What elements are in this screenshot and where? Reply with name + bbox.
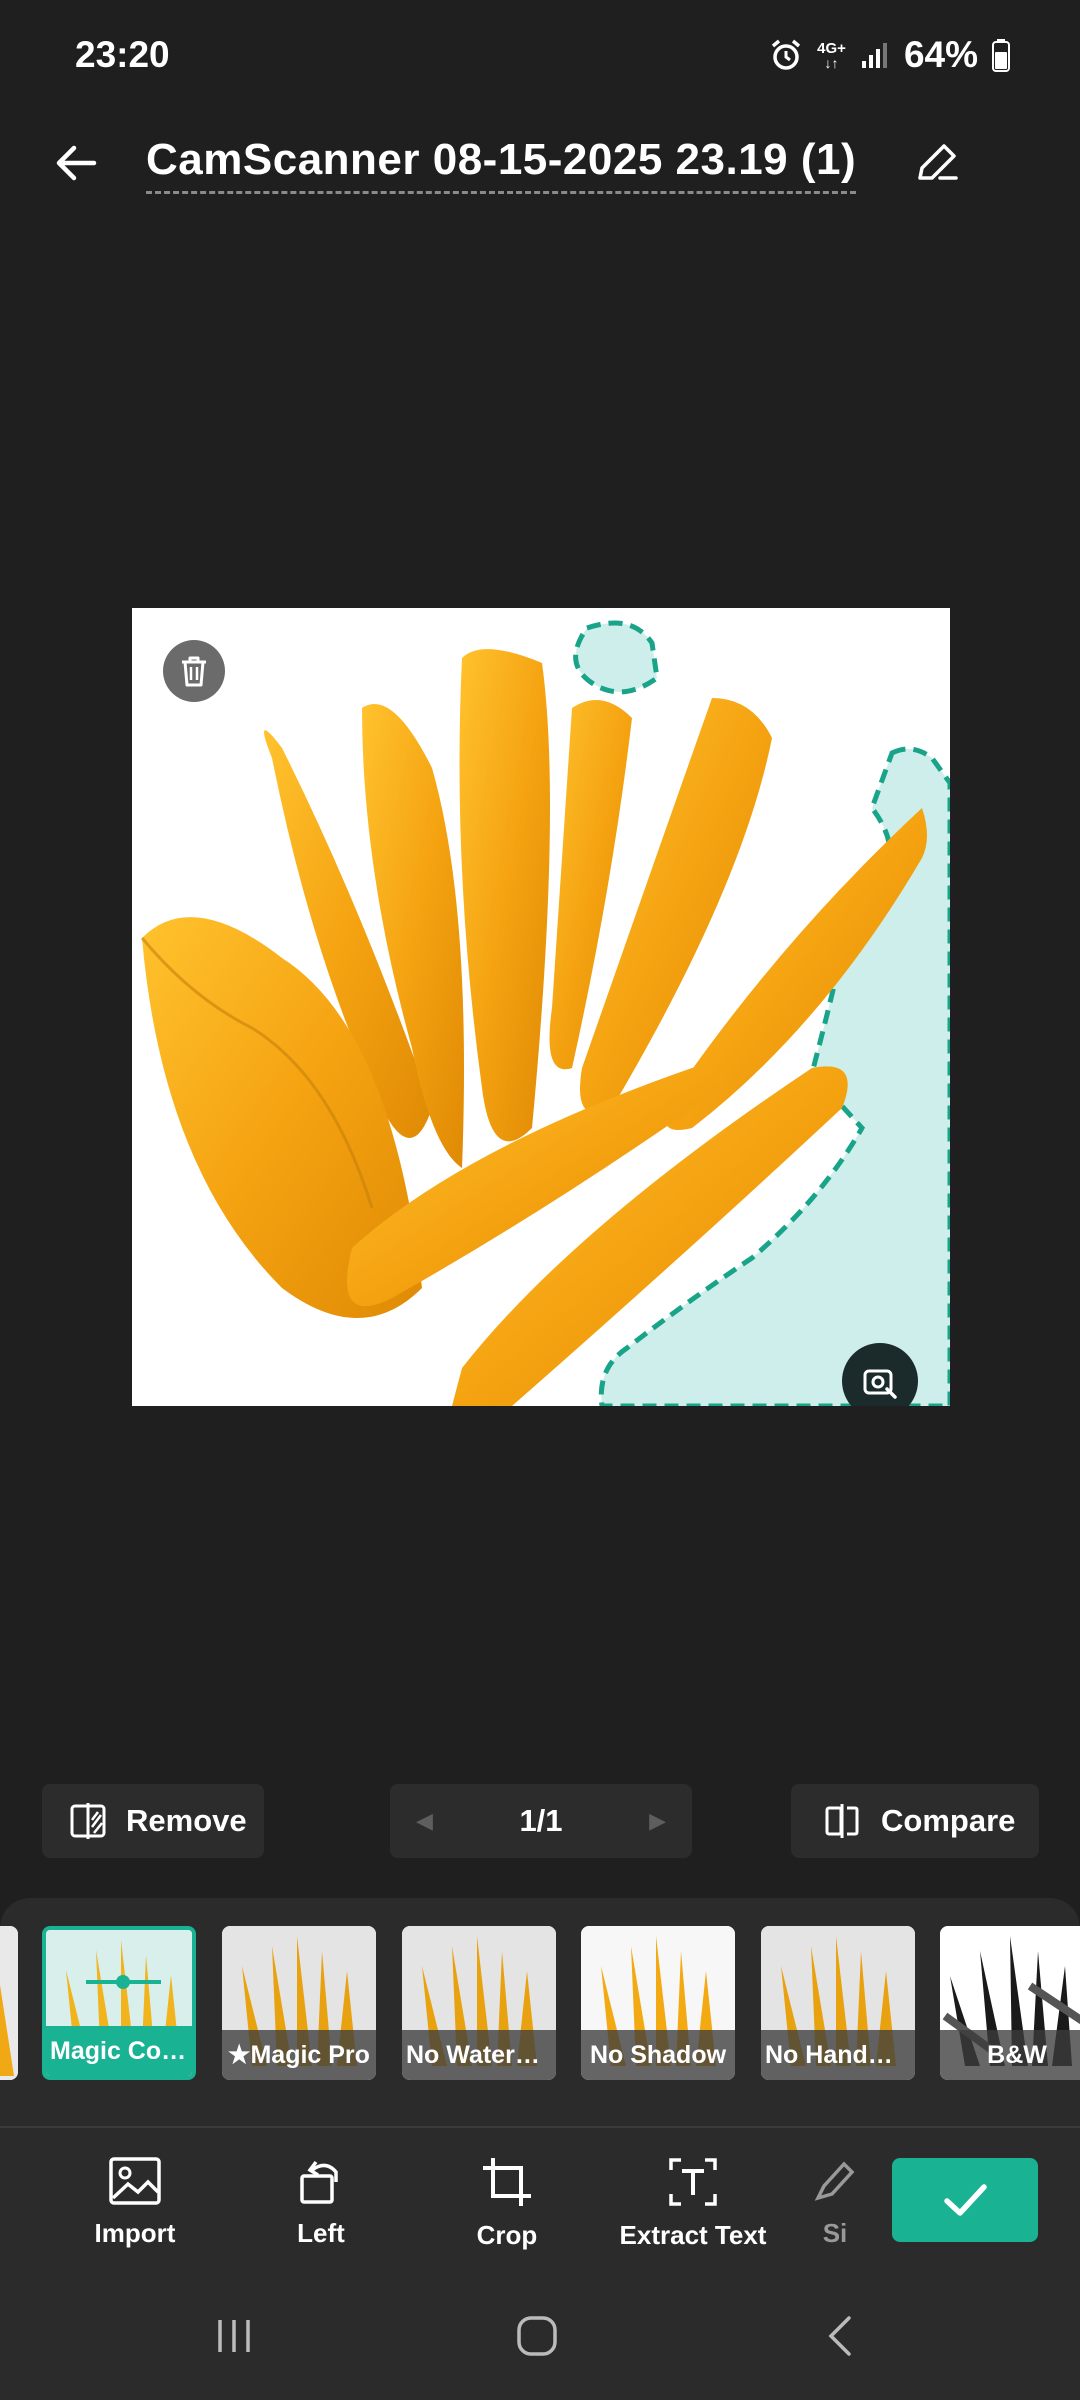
chevron-left-icon bbox=[828, 2316, 851, 2356]
status-bar: 23:20 4G+ ↓↑ 64% bbox=[0, 0, 1080, 115]
document-title[interactable]: CamScanner 08-15-2025 23.19 (1) bbox=[146, 135, 857, 194]
mango-slices-image bbox=[140, 620, 950, 1406]
compare-button[interactable]: Compare bbox=[791, 1784, 1039, 1858]
battery-icon bbox=[992, 39, 1010, 72]
next-page-icon[interactable]: ▶ bbox=[649, 1808, 666, 1834]
alarm-icon bbox=[772, 39, 801, 70]
recent-apps-button[interactable] bbox=[194, 2306, 274, 2366]
filter-no-watermark[interactable]: No Waterm… bbox=[402, 1926, 556, 2080]
filter-label: ★Magic Pro bbox=[222, 2030, 376, 2080]
image-icon bbox=[109, 2157, 161, 2205]
checkmark-icon bbox=[944, 2184, 987, 2216]
filter-tray: Magic Color ★Magic Pro No Waterm… No Sha… bbox=[0, 1898, 1080, 2126]
status-time: 23:20 bbox=[75, 34, 170, 75]
page-indicator: 1/1 bbox=[519, 1803, 563, 1838]
bottom-toolbar: Import Left Crop Extract Text Si bbox=[0, 2126, 1080, 2276]
header-bar: CamScanner 08-15-2025 23.19 (1) bbox=[0, 115, 1080, 215]
previous-page-icon[interactable]: ◀ bbox=[416, 1808, 433, 1834]
filter-label: No Shadow bbox=[581, 2030, 735, 2080]
compare-icon bbox=[825, 1804, 859, 1838]
eraser-split-icon bbox=[70, 1803, 106, 1839]
extract-text-icon bbox=[669, 2158, 717, 2206]
confirm-button[interactable] bbox=[892, 2158, 1038, 2242]
crop-button[interactable]: Crop bbox=[422, 2156, 592, 2251]
compare-label: Compare bbox=[881, 1803, 1016, 1838]
filter-magic-pro[interactable]: ★Magic Pro bbox=[222, 1926, 376, 2080]
filter-no-shadow[interactable]: No Shadow bbox=[581, 1926, 735, 2080]
signature-icon bbox=[814, 2161, 855, 2201]
battery-percent: 64% bbox=[903, 34, 978, 75]
home-button[interactable] bbox=[497, 2306, 577, 2366]
page-navigator: ◀ 1/1 ▶ bbox=[390, 1784, 692, 1858]
filter-partial[interactable] bbox=[0, 1926, 18, 2080]
back-arrow-icon bbox=[56, 145, 97, 181]
left-label: Left bbox=[297, 2218, 345, 2248]
network-4g-icon: 4G+ ↓↑ bbox=[817, 39, 846, 71]
system-back-button[interactable] bbox=[800, 2306, 880, 2366]
delete-page-button[interactable] bbox=[163, 640, 225, 702]
system-navigation-bar bbox=[0, 2276, 1080, 2400]
import-label: Import bbox=[94, 2218, 176, 2248]
filter-label: Magic Color bbox=[46, 2026, 192, 2076]
filter-no-handwriting[interactable]: No Handwri… bbox=[761, 1926, 915, 2080]
status-icons: 4G+ ↓↑ 64% bbox=[769, 34, 1010, 76]
rotate-left-icon bbox=[300, 2160, 338, 2204]
partial-tool-label: Si bbox=[822, 2218, 848, 2248]
network-type: 4G+ bbox=[817, 39, 846, 57]
signature-button[interactable]: Si bbox=[790, 2156, 880, 2249]
remove-label: Remove bbox=[126, 1803, 247, 1838]
document-preview[interactable] bbox=[132, 608, 950, 1406]
crop-icon bbox=[483, 2158, 531, 2206]
filter-label: No Handwri… bbox=[761, 2030, 915, 2080]
signal-icon bbox=[861, 43, 887, 68]
home-icon bbox=[517, 2316, 557, 2356]
edit-pencil-icon bbox=[918, 144, 958, 180]
lens-camera-icon bbox=[863, 1369, 897, 1399]
rotate-left-button[interactable]: Left bbox=[236, 2156, 406, 2249]
filter-label: B&W bbox=[940, 2030, 1080, 2080]
crop-label: Crop bbox=[476, 2220, 538, 2250]
rename-button[interactable] bbox=[905, 131, 969, 195]
import-button[interactable]: Import bbox=[50, 2156, 220, 2249]
trash-icon bbox=[182, 656, 206, 687]
filter-magic-color[interactable]: Magic Color bbox=[42, 1926, 196, 2080]
extract-text-label: Extract Text bbox=[619, 2220, 767, 2250]
filter-label: No Waterm… bbox=[402, 2030, 556, 2080]
filter-bw[interactable]: B&W bbox=[940, 1926, 1080, 2080]
extract-text-button[interactable]: Extract Text bbox=[608, 2156, 778, 2251]
back-button[interactable] bbox=[44, 131, 108, 195]
recent-apps-icon bbox=[218, 2320, 250, 2352]
remove-button[interactable]: Remove bbox=[42, 1784, 264, 1858]
